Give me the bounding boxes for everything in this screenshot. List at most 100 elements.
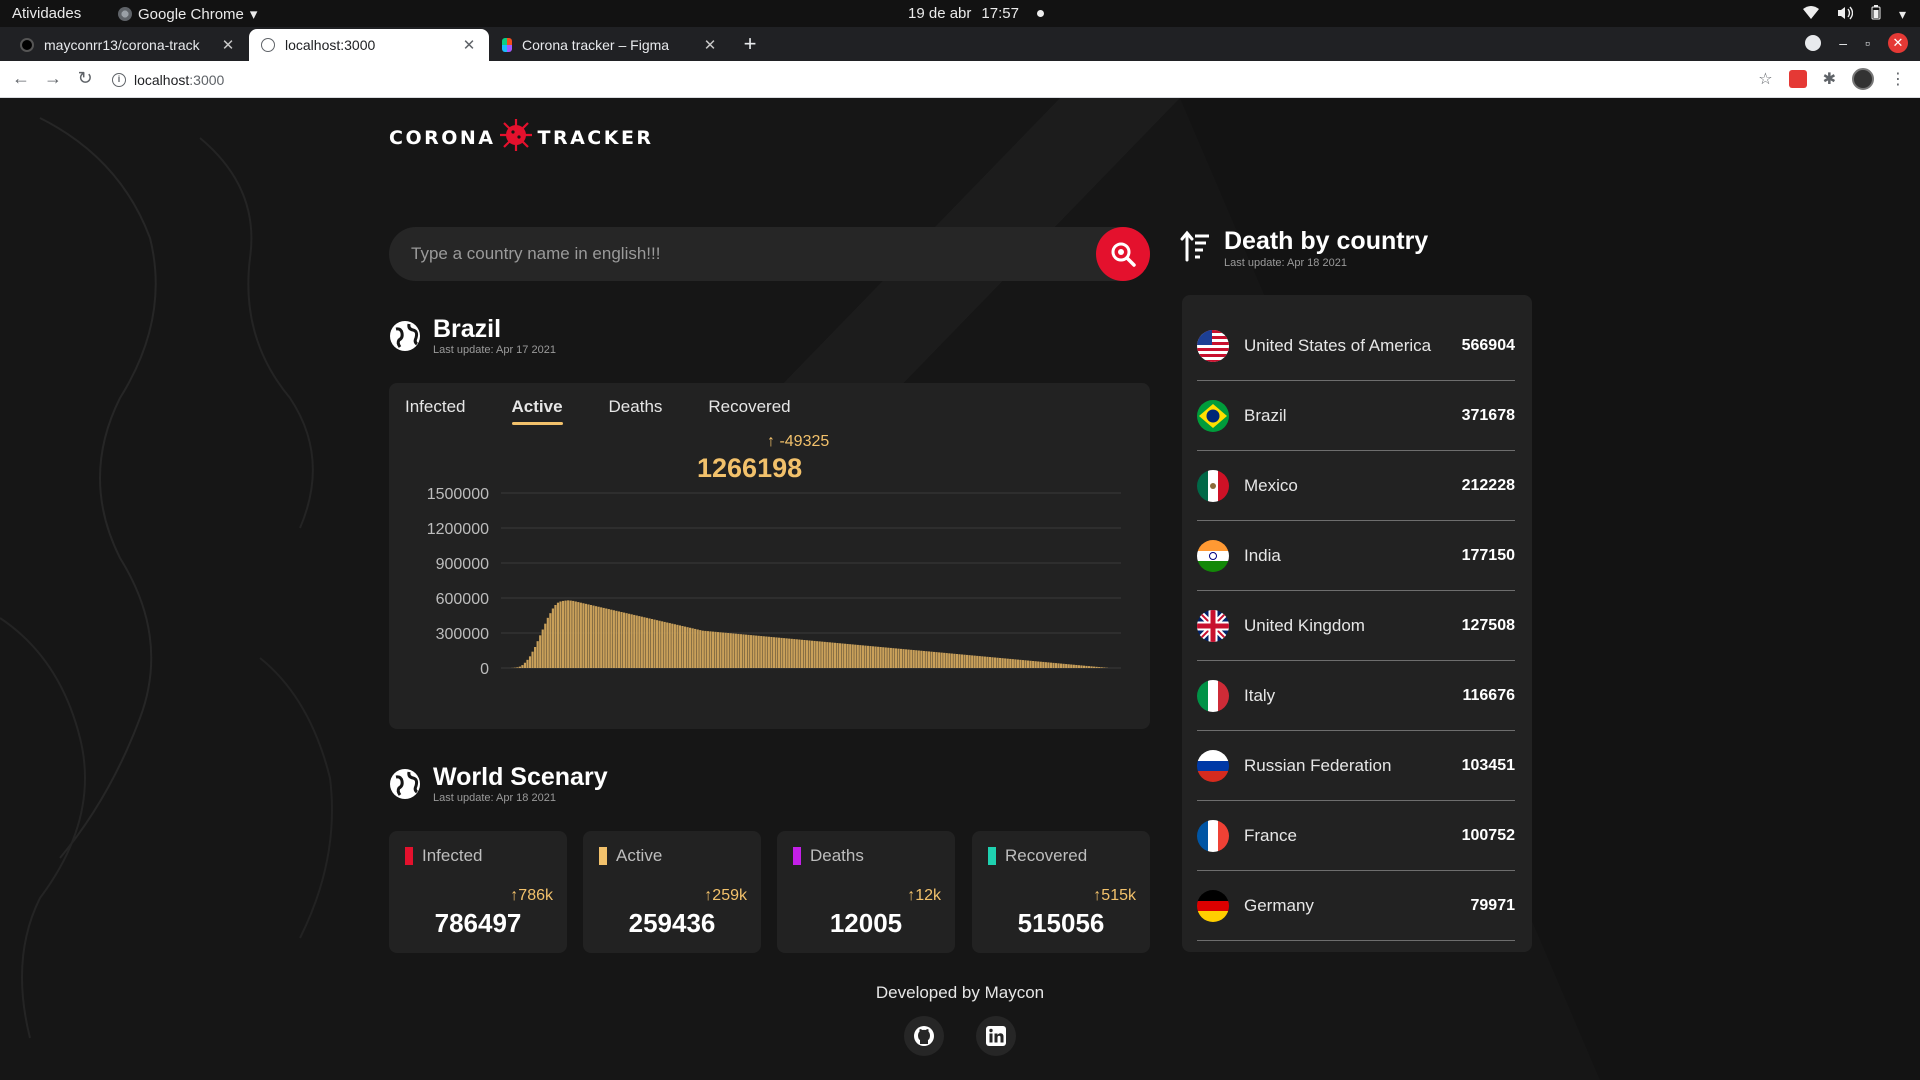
chart-bar[interactable] (816, 641, 819, 668)
list-item[interactable]: France 100752 (1197, 801, 1515, 871)
list-item[interactable]: United Kingdom 127508 (1197, 591, 1515, 661)
chart-bar[interactable] (884, 647, 887, 668)
puzzle-extensions-icon[interactable]: ✱ (1823, 69, 1836, 89)
chart-bar[interactable] (803, 640, 806, 668)
chart-bar[interactable] (859, 645, 862, 668)
chart-bar[interactable] (1054, 663, 1058, 668)
chart-bar[interactable] (1100, 667, 1103, 668)
chart-bar[interactable] (729, 633, 732, 668)
chart-bar[interactable] (676, 624, 679, 668)
chart-bar[interactable] (528, 656, 532, 668)
chart-bar[interactable] (981, 656, 984, 668)
chart-bar[interactable] (889, 647, 892, 668)
chart-bar[interactable] (999, 657, 1002, 668)
chart-bar[interactable] (905, 649, 908, 668)
chart-bar[interactable] (656, 620, 659, 668)
chart-bar[interactable] (704, 630, 707, 668)
system-tray[interactable]: ▾ (1802, 5, 1906, 23)
chart-bar[interactable] (521, 665, 524, 668)
chart-bar[interactable] (701, 630, 704, 668)
chart-bar[interactable] (747, 634, 750, 668)
tab-github[interactable]: mayconrr13/corona-track ✕ (8, 29, 248, 61)
chart-bar[interactable] (694, 628, 697, 668)
chart-bar[interactable] (1024, 660, 1027, 668)
chart-bar[interactable] (722, 632, 725, 668)
chart-bar[interactable] (861, 645, 864, 668)
chart-bar[interactable] (971, 655, 974, 668)
new-tab-button[interactable]: + (737, 31, 763, 57)
chart-bar[interactable] (788, 638, 791, 668)
close-window-button[interactable]: ✕ (1888, 33, 1908, 53)
chart-bar[interactable] (808, 640, 811, 668)
chart-bar[interactable] (719, 632, 722, 668)
chart-bar[interactable] (737, 633, 740, 668)
chart-bar[interactable] (938, 652, 941, 668)
chart-bar[interactable] (628, 613, 631, 668)
chart-bar[interactable] (887, 647, 890, 668)
chart-bar[interactable] (546, 617, 549, 668)
chart-bar[interactable] (661, 621, 664, 668)
chart-bar[interactable] (671, 623, 674, 668)
tab-recovered[interactable]: Recovered (708, 397, 790, 425)
chart-bar[interactable] (841, 643, 844, 669)
chart-bar[interactable] (1011, 659, 1014, 668)
chart-bar[interactable] (554, 605, 557, 668)
chart-bar[interactable] (800, 639, 803, 668)
address-bar[interactable]: i localhost:3000 (112, 67, 224, 92)
chart-bar[interactable] (630, 614, 633, 668)
chart-bar[interactable] (948, 653, 951, 668)
chart-bar[interactable] (986, 656, 989, 668)
chart-bar[interactable] (595, 606, 598, 668)
chart-bar[interactable] (610, 609, 613, 668)
chart-bar[interactable] (770, 636, 773, 668)
chart-bar[interactable] (643, 617, 646, 668)
chart-bar[interactable] (993, 657, 997, 669)
chart-bar[interactable] (1077, 665, 1080, 668)
chart-bar[interactable] (541, 629, 544, 669)
chart-bar[interactable] (760, 636, 763, 668)
chart-bar[interactable] (1047, 662, 1050, 668)
chart-bar[interactable] (544, 623, 547, 668)
chart-bar[interactable] (1021, 660, 1025, 668)
chart-bar[interactable] (978, 656, 981, 668)
chart-bar[interactable] (828, 642, 831, 668)
chart-bar[interactable] (1004, 658, 1007, 668)
chart-bar[interactable] (1014, 659, 1017, 668)
chart-bar[interactable] (622, 612, 626, 668)
chart-bar[interactable] (1062, 663, 1065, 668)
chart-bar[interactable] (638, 616, 641, 668)
chart-bar[interactable] (866, 645, 870, 668)
chart-bar[interactable] (930, 651, 933, 668)
chart-bar[interactable] (973, 655, 976, 668)
kebab-menu-icon[interactable]: ⋮ (1890, 69, 1906, 89)
chart-bar[interactable] (716, 632, 720, 668)
chart-bar[interactable] (569, 600, 572, 668)
chart-bar[interactable] (572, 600, 575, 668)
chart-bar[interactable] (988, 657, 992, 668)
tab-search-icon[interactable] (1805, 35, 1822, 51)
chart-bar[interactable] (775, 637, 778, 668)
chart-bar[interactable] (635, 615, 638, 669)
chart-bar[interactable] (899, 648, 903, 668)
chart-bar[interactable] (757, 635, 760, 668)
chart-bar[interactable] (1029, 660, 1032, 668)
chart-bar[interactable] (976, 655, 979, 668)
chart-bar[interactable] (851, 644, 854, 668)
chart-bar[interactable] (681, 626, 684, 668)
chart-bar[interactable] (790, 638, 793, 668)
tab-figma[interactable]: Corona tracker – Figma ✕ (490, 29, 730, 61)
chart-bar[interactable] (1065, 664, 1068, 668)
chart-bar[interactable] (706, 631, 709, 668)
chart-bar[interactable] (650, 619, 654, 668)
chart-bar[interactable] (564, 600, 567, 668)
linkedin-link[interactable] (976, 1016, 1016, 1056)
minimize-button[interactable]: – (1839, 35, 1847, 51)
chart-bar[interactable] (915, 650, 918, 668)
github-link[interactable] (904, 1016, 944, 1056)
chart-bar[interactable] (836, 643, 839, 668)
chart-bar[interactable] (589, 605, 593, 668)
chart-bar[interactable] (556, 602, 560, 668)
chart-bar[interactable] (1049, 662, 1053, 668)
chart-bar[interactable] (523, 662, 527, 668)
chart-bar[interactable] (709, 631, 712, 668)
